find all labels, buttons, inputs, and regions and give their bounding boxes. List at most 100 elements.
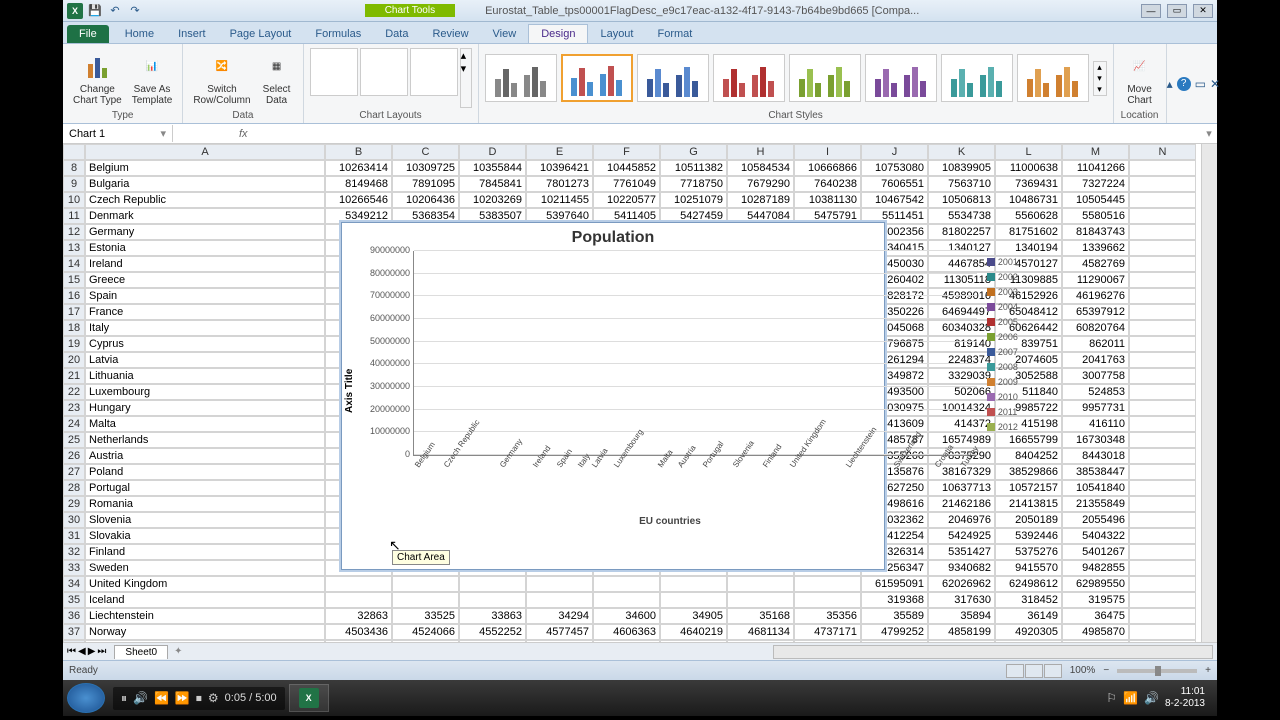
cell[interactable]: Italy xyxy=(85,320,325,336)
legend-item-2009[interactable]: 2009 xyxy=(987,377,1018,387)
tab-review[interactable]: Review xyxy=(420,25,480,43)
pause-icon[interactable]: ⏸ xyxy=(121,691,127,706)
cell[interactable]: 61595091 xyxy=(861,576,928,592)
help-icon[interactable]: ? xyxy=(1177,77,1191,91)
name-box[interactable]: Chart 1▾ xyxy=(63,125,173,142)
cell[interactable]: Sweden xyxy=(85,560,325,576)
cell[interactable] xyxy=(660,592,727,608)
row-header-15[interactable]: 15 xyxy=(63,272,85,288)
cell[interactable]: 7313853 xyxy=(459,640,526,642)
col-header-G[interactable]: G xyxy=(660,144,727,160)
cell[interactable]: 10541840 xyxy=(1062,480,1129,496)
cell[interactable]: 4985870 xyxy=(1062,624,1129,640)
cell[interactable]: Germany xyxy=(85,224,325,240)
cell[interactable]: 11290067 xyxy=(1062,272,1129,288)
cell[interactable]: 35356 xyxy=(794,608,861,624)
vertical-scrollbar[interactable] xyxy=(1201,144,1217,642)
cell[interactable]: United Kingdom xyxy=(85,576,325,592)
cell[interactable]: 7954662 xyxy=(1062,640,1129,642)
legend-item-2005[interactable]: 2005 xyxy=(987,317,1018,327)
cell[interactable]: 7327224 xyxy=(1062,176,1129,192)
cell[interactable]: 7785806 xyxy=(928,640,995,642)
row-header-27[interactable]: 27 xyxy=(63,464,85,480)
cell[interactable]: 62498612 xyxy=(995,576,1062,592)
cell[interactable]: 65397912 xyxy=(1062,304,1129,320)
legend-item-2010[interactable]: 2010 xyxy=(987,392,1018,402)
cell[interactable]: Greece xyxy=(85,272,325,288)
prev-track-icon[interactable]: ⏪ xyxy=(154,691,169,705)
cell[interactable]: 10445852 xyxy=(593,160,660,176)
chart-style-2[interactable] xyxy=(561,54,633,102)
cell[interactable]: 319575 xyxy=(1062,592,1129,608)
legend-item-2006[interactable]: 2006 xyxy=(987,332,1018,342)
system-clock[interactable]: 11:01 8-2-2013 xyxy=(1165,686,1205,710)
cell[interactable] xyxy=(794,592,861,608)
cell[interactable]: Bulgaria xyxy=(85,176,325,192)
cell[interactable]: 7845841 xyxy=(459,176,526,192)
cell[interactable] xyxy=(459,576,526,592)
cell[interactable]: Ireland xyxy=(85,256,325,272)
row-header-36[interactable]: 36 xyxy=(63,608,85,624)
row-header-29[interactable]: 29 xyxy=(63,496,85,512)
ribbon-minimize-icon[interactable]: ▴ xyxy=(1167,77,1173,91)
cell[interactable]: 11041266 xyxy=(1062,160,1129,176)
cell[interactable]: 4503436 xyxy=(325,624,392,640)
cell[interactable] xyxy=(727,592,794,608)
cell[interactable]: Netherlands xyxy=(85,432,325,448)
stop-icon[interactable]: ⏹ xyxy=(196,691,202,706)
cell[interactable]: 34600 xyxy=(593,608,660,624)
chart-style-7[interactable] xyxy=(941,54,1013,102)
cell[interactable]: 9957731 xyxy=(1062,400,1129,416)
cell[interactable]: Switzerland xyxy=(85,640,325,642)
cell[interactable]: 4606363 xyxy=(593,624,660,640)
zoom-level[interactable]: 100% xyxy=(1070,665,1096,676)
cell[interactable]: 7255653 xyxy=(392,640,459,642)
cell[interactable]: 10486731 xyxy=(995,192,1062,208)
tab-view[interactable]: View xyxy=(481,25,529,43)
tab-insert[interactable]: Insert xyxy=(166,25,218,43)
tab-formulas[interactable]: Formulas xyxy=(303,25,373,43)
cell[interactable]: 7459128 xyxy=(660,640,727,642)
cell[interactable]: Latvia xyxy=(85,352,325,368)
cell[interactable]: 10381130 xyxy=(794,192,861,208)
row-header-22[interactable]: 22 xyxy=(63,384,85,400)
workbook-close-icon[interactable]: ✕ xyxy=(1210,77,1220,91)
col-header-M[interactable]: M xyxy=(1062,144,1129,160)
chart-style-5[interactable] xyxy=(789,54,861,102)
cell[interactable]: 5375276 xyxy=(995,544,1062,560)
cell[interactable]: Norway xyxy=(85,624,325,640)
cell[interactable]: Estonia xyxy=(85,240,325,256)
col-header-K[interactable]: K xyxy=(928,144,995,160)
select-data-button[interactable]: ▦Select Data xyxy=(257,48,297,108)
cell[interactable]: 36475 xyxy=(1062,608,1129,624)
tray-speaker-icon[interactable]: 🔊 xyxy=(1144,691,1159,705)
row-header-20[interactable]: 20 xyxy=(63,352,85,368)
cell[interactable]: 7718750 xyxy=(660,176,727,192)
cell[interactable] xyxy=(526,592,593,608)
cell[interactable]: 7415102 xyxy=(593,640,660,642)
chart-style-3[interactable] xyxy=(637,54,709,102)
row-header-23[interactable]: 23 xyxy=(63,400,85,416)
cell[interactable]: 60820764 xyxy=(1062,320,1129,336)
fx-icon[interactable]: fx xyxy=(233,128,254,140)
cell[interactable]: 4577457 xyxy=(526,624,593,640)
cell[interactable]: Denmark xyxy=(85,208,325,224)
cell[interactable] xyxy=(325,576,392,592)
row-header-26[interactable]: 26 xyxy=(63,448,85,464)
legend-item-2001[interactable]: 2001 xyxy=(987,257,1018,267)
chart-layouts-gallery[interactable]: ▴▾ xyxy=(310,48,472,108)
row-header-9[interactable]: 9 xyxy=(63,176,85,192)
cell[interactable]: Finland xyxy=(85,544,325,560)
cell[interactable]: 46196276 xyxy=(1062,288,1129,304)
new-sheet-icon[interactable]: ✦ xyxy=(174,646,182,657)
cell[interactable]: Lithuania xyxy=(85,368,325,384)
cell[interactable]: 4524066 xyxy=(392,624,459,640)
cell[interactable]: 4681134 xyxy=(727,624,794,640)
cell[interactable]: 3007758 xyxy=(1062,368,1129,384)
cell[interactable]: 5534738 xyxy=(928,208,995,224)
cell[interactable]: Hungary xyxy=(85,400,325,416)
row-header-32[interactable]: 32 xyxy=(63,544,85,560)
taskbar-excel-button[interactable]: X xyxy=(289,684,329,712)
cell[interactable]: 36149 xyxy=(995,608,1062,624)
cell[interactable]: 8149468 xyxy=(325,176,392,192)
